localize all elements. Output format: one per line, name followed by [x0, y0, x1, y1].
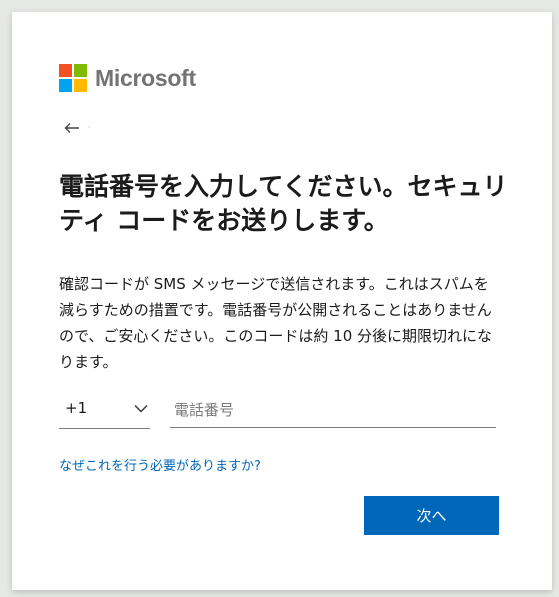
back-identity-label: ·: [88, 123, 91, 132]
phone-number-input[interactable]: [170, 392, 496, 428]
logo-wordmark: Microsoft: [95, 64, 196, 91]
next-button[interactable]: 次へ: [364, 496, 499, 535]
arrow-left-icon: [64, 123, 79, 133]
signin-card: Microsoft · 電話番号を入力してください。セキュリティ コードをお送り…: [12, 12, 552, 590]
microsoft-logo: Microsoft: [59, 64, 196, 92]
back-button[interactable]: ·: [64, 122, 91, 134]
page-title: 電話番号を入力してください。セキュリティ コードをお送りします。: [59, 172, 508, 235]
description-text: 確認コードが SMS メッセージで送信されます。これはスパムを減らすための措置で…: [59, 275, 493, 371]
why-link[interactable]: なぜこれを行う必要がありますか?: [59, 455, 261, 474]
country-code-value: +1: [65, 399, 88, 417]
microsoft-logo-icon: [59, 64, 87, 92]
country-code-select[interactable]: +1: [59, 392, 150, 429]
chevron-down-icon: [134, 405, 148, 413]
